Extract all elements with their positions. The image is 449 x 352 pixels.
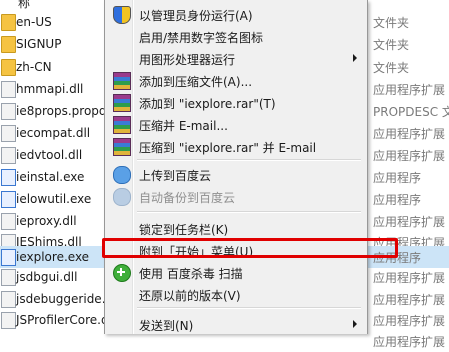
menu-item-add-to-archive[interactable]: 添加到压缩文件(A)...	[107, 69, 365, 91]
file-name: zh-CN	[16, 60, 52, 74]
menu-item-toggle-sign-icon[interactable]: 启用/禁用数字签名图标	[107, 25, 365, 47]
folder-icon	[1, 35, 16, 53]
dll-file-icon	[1, 290, 16, 308]
winrar-icon	[113, 138, 131, 156]
menu-separator	[137, 211, 361, 213]
menu-item-label: 压缩到 "iexplore.rar" 并 E-mail	[139, 141, 317, 155]
baidu-cloud-icon	[113, 188, 131, 206]
submenu-arrow-icon	[353, 54, 357, 62]
menu-item-baidu-scan[interactable]: 使用 百度杀毒 扫描	[107, 261, 365, 283]
file-name: ielowutil.exe	[16, 192, 92, 206]
menu-item-auto-backup-baidu: 自动备份到百度云	[107, 185, 365, 207]
menu-item-label: 使用 百度杀毒 扫描	[139, 267, 243, 281]
menu-item-label: 锁定到任务栏(K)	[139, 223, 229, 237]
menu-item-compress-email[interactable]: 压缩并 E-mail...	[107, 113, 365, 135]
file-type: 应用程序扩展	[373, 126, 446, 141]
menu-item-label: 上传到百度云	[139, 169, 212, 183]
menu-item-upload-baidu[interactable]: 上传到百度云	[107, 163, 365, 185]
exe-file-icon	[1, 190, 16, 208]
folder-icon	[1, 13, 16, 31]
winrar-icon	[113, 94, 131, 112]
dll-file-icon	[1, 212, 16, 230]
file-type: 应用程序	[373, 170, 422, 185]
menu-item-label: 发送到(N)	[139, 319, 194, 333]
menu-item-send-to[interactable]: 发送到(N)	[107, 313, 365, 335]
ie-exe-icon	[1, 248, 16, 266]
file-name: SIGNUP	[16, 37, 62, 51]
menu-item-label: 添加到 "iexplore.rar"(T)	[139, 97, 276, 111]
dll-file-icon	[1, 80, 16, 98]
menu-item-pin-taskbar[interactable]: 锁定到任务栏(K)	[107, 217, 365, 239]
file-type: 应用程序扩展	[373, 82, 446, 97]
baidu-cloud-icon	[113, 166, 131, 184]
file-name: jsdbgui.dll	[16, 270, 78, 284]
menu-item-label: 压缩并 E-mail...	[139, 119, 228, 133]
file-name: ieproxy.dll	[16, 214, 77, 228]
file-icon	[1, 102, 16, 120]
menu-item-label: 还原以前的版本(V)	[139, 289, 241, 303]
menu-item-label: 添加到压缩文件(A)...	[139, 75, 253, 89]
annotation-highlight-box	[102, 238, 398, 258]
folder-icon	[1, 58, 16, 76]
file-type: 应用程序扩展	[373, 313, 446, 328]
menu-item-add-to-rar[interactable]: 添加到 "iexplore.rar"(T)	[107, 91, 365, 113]
menu-item-run-with-gpu[interactable]: 用图形处理器运行	[107, 47, 365, 69]
baidu-antivirus-icon	[113, 264, 131, 282]
column-header-name[interactable]: 称	[18, 0, 30, 11]
dll-file-icon	[1, 124, 16, 142]
uac-shield-icon	[113, 6, 131, 24]
winrar-icon	[113, 116, 131, 134]
file-name: hmmapi.dll	[16, 82, 84, 96]
file-name: iedvtool.dll	[16, 148, 83, 162]
menu-item-label: 启用/禁用数字签名图标	[139, 31, 264, 45]
file-type: 文件夹	[373, 15, 410, 30]
menu-item-label: 以管理员身份运行(A)	[139, 9, 253, 23]
file-type: PROPDESC 文件	[373, 104, 449, 119]
menu-item-restore-previous[interactable]: 还原以前的版本(V)	[107, 283, 365, 305]
menu-item-label: 自动备份到百度云	[139, 191, 236, 205]
file-type: 应用程序扩展	[373, 334, 446, 349]
file-type: 应用程序扩展	[373, 148, 446, 163]
menu-item-run-as-admin[interactable]: 以管理员身份运行(A)	[107, 3, 365, 25]
file-type: 文件夹	[373, 60, 410, 75]
file-name: iecompat.dll	[16, 126, 91, 140]
dll-file-icon	[1, 311, 16, 329]
menu-item-label: 用图形处理器运行	[139, 53, 236, 67]
winrar-icon	[113, 72, 131, 90]
file-type: 应用程序扩展	[373, 214, 446, 229]
exe-file-icon	[1, 168, 16, 186]
file-type: 应用程序扩展	[373, 292, 446, 307]
menu-item-compress-rar-email[interactable]: 压缩到 "iexplore.rar" 并 E-mail	[107, 135, 365, 157]
file-name: en-US	[16, 15, 52, 29]
dll-file-icon	[1, 146, 16, 164]
submenu-arrow-icon	[353, 320, 357, 328]
file-name: iexplore.exe	[16, 250, 90, 264]
file-name: ieinstal.exe	[16, 170, 85, 184]
menu-separator	[137, 307, 361, 309]
dll-file-icon	[1, 268, 16, 286]
context-menu: 以管理员身份运行(A) 启用/禁用数字签名图标 用图形处理器运行 添加到压缩文件…	[104, 0, 368, 334]
file-name: JSProfilerCore.dll	[16, 313, 116, 327]
menu-separator	[137, 159, 361, 161]
file-type: 应用程序扩展	[373, 270, 446, 285]
file-type: 应用程序	[373, 192, 422, 207]
file-type: 文件夹	[373, 37, 410, 52]
